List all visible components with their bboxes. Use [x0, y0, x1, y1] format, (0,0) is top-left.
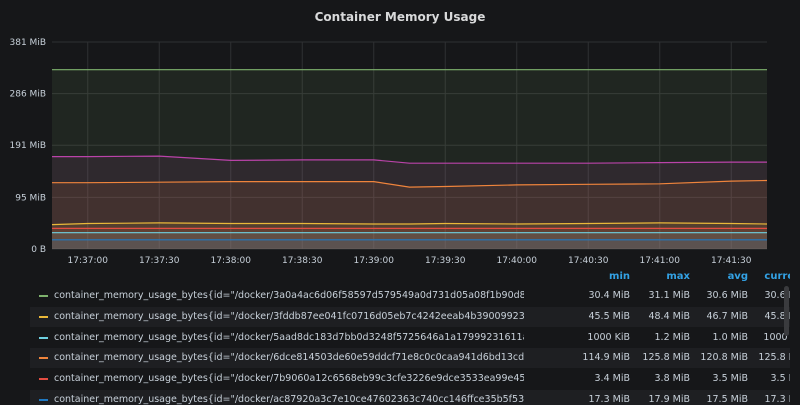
legend-min-value: 30.4 MiB: [588, 290, 630, 301]
legend-min-value: 17.3 MiB: [588, 393, 630, 405]
legend-max-value: 3.8 MiB: [654, 373, 690, 385]
y-tick-label: 0 B: [31, 245, 46, 255]
legend-max-value: 1.2 MiB: [654, 331, 690, 343]
legend-avg-value: 120.8 MiB: [700, 352, 748, 364]
legend-header-current[interactable]: current: [746, 271, 790, 282]
series-name[interactable]: container_memory_usage_bytes{id="/docker…: [54, 373, 524, 384]
x-tick-label: 17:37:00: [68, 256, 109, 266]
y-tick-label: 286 MiB: [10, 90, 46, 100]
legend-avg-value: 3.5 MiB: [712, 373, 748, 385]
series-color-swatch[interactable]: [39, 295, 48, 297]
legend-header: min max avg current: [30, 268, 790, 286]
memory-usage-panel: Container Memory Usage 0 B 95 MiB 191 MiB 2…: [0, 0, 800, 405]
legend-avg-value: 46.7 MiB: [706, 310, 748, 322]
legend-min-value: 3.4 MiB: [594, 373, 630, 385]
legend-row[interactable]: container_memory_usage_bytes{id="/docker…: [30, 389, 790, 405]
series-color-swatch[interactable]: [39, 357, 48, 360]
legend-avg-value: 30.6 MiB: [706, 290, 748, 301]
legend-row[interactable]: container_memory_usage_bytes{id="/docker…: [30, 286, 790, 306]
legend-min-value: 45.5 MiB: [588, 310, 630, 322]
legend-avg-value: 1.0 MiB: [712, 331, 748, 343]
legend-row[interactable]: container_memory_usage_bytes{id="/docker…: [30, 348, 790, 369]
x-tick-label: 17:38:30: [282, 256, 323, 266]
legend-header-max[interactable]: max: [630, 271, 690, 282]
x-tick-label: 17:41:00: [640, 256, 681, 266]
legend-min-value: 1000 KiB: [587, 331, 630, 343]
series-color-swatch[interactable]: [39, 398, 48, 401]
series-name[interactable]: container_memory_usage_bytes{id="/docker…: [54, 290, 524, 301]
legend-row[interactable]: container_memory_usage_bytes{id="/docker…: [30, 369, 790, 389]
legend-row[interactable]: container_memory_usage_bytes{id="/docker…: [30, 328, 790, 348]
legend-current-value: 17.3 MiB: [764, 393, 790, 405]
legend-current-value: 3.5 MiB: [770, 373, 790, 385]
x-tick-label: 17:40:00: [497, 256, 538, 266]
legend-row[interactable]: container_memory_usage_bytes{id="/docker…: [30, 306, 790, 327]
series-name[interactable]: container_memory_usage_bytes{id="/docker…: [54, 352, 524, 363]
series-area: [52, 239, 767, 249]
legend-max-value: 31.1 MiB: [648, 290, 690, 301]
legend-max-value: 48.4 MiB: [648, 310, 690, 322]
legend-header-min[interactable]: min: [570, 271, 630, 282]
series-color-swatch[interactable]: [39, 336, 48, 339]
x-tick-label: 17:41:30: [711, 256, 752, 266]
legend-scrollbar[interactable]: [784, 286, 789, 336]
y-tick-label: 381 MiB: [10, 38, 46, 48]
legend-max-value: 125.8 MiB: [642, 352, 690, 364]
legend-header-avg[interactable]: avg: [688, 271, 748, 282]
memory-chart[interactable]: 0 B 95 MiB 191 MiB 286 MiB 381 MiB 17:37:00 17…: [0, 0, 800, 268]
x-tick-label: 17:37:30: [139, 256, 180, 266]
legend-current-value: 125.8 MiB: [758, 352, 790, 364]
x-tick-label: 17:40:30: [568, 256, 609, 266]
x-tick-label: 17:38:00: [211, 256, 252, 266]
x-tick-label: 17:39:30: [425, 256, 466, 266]
legend-table: min max avg current container_memory_usa…: [30, 268, 790, 405]
legend-max-value: 17.9 MiB: [648, 393, 690, 405]
x-tick-label: 17:39:00: [354, 256, 395, 266]
legend-min-value: 114.9 MiB: [582, 352, 630, 364]
series-name[interactable]: container_memory_usage_bytes{id="/docker…: [54, 332, 524, 343]
y-tick-label: 191 MiB: [10, 141, 46, 151]
series-color-swatch[interactable]: [39, 378, 48, 381]
series-name[interactable]: container_memory_usage_bytes{id="/docker…: [54, 394, 524, 405]
y-tick-label: 95 MiB: [15, 193, 46, 203]
legend-avg-value: 17.5 MiB: [706, 393, 748, 405]
series-color-swatch[interactable]: [39, 315, 48, 318]
series-name[interactable]: container_memory_usage_bytes{id="/docker…: [54, 311, 524, 322]
